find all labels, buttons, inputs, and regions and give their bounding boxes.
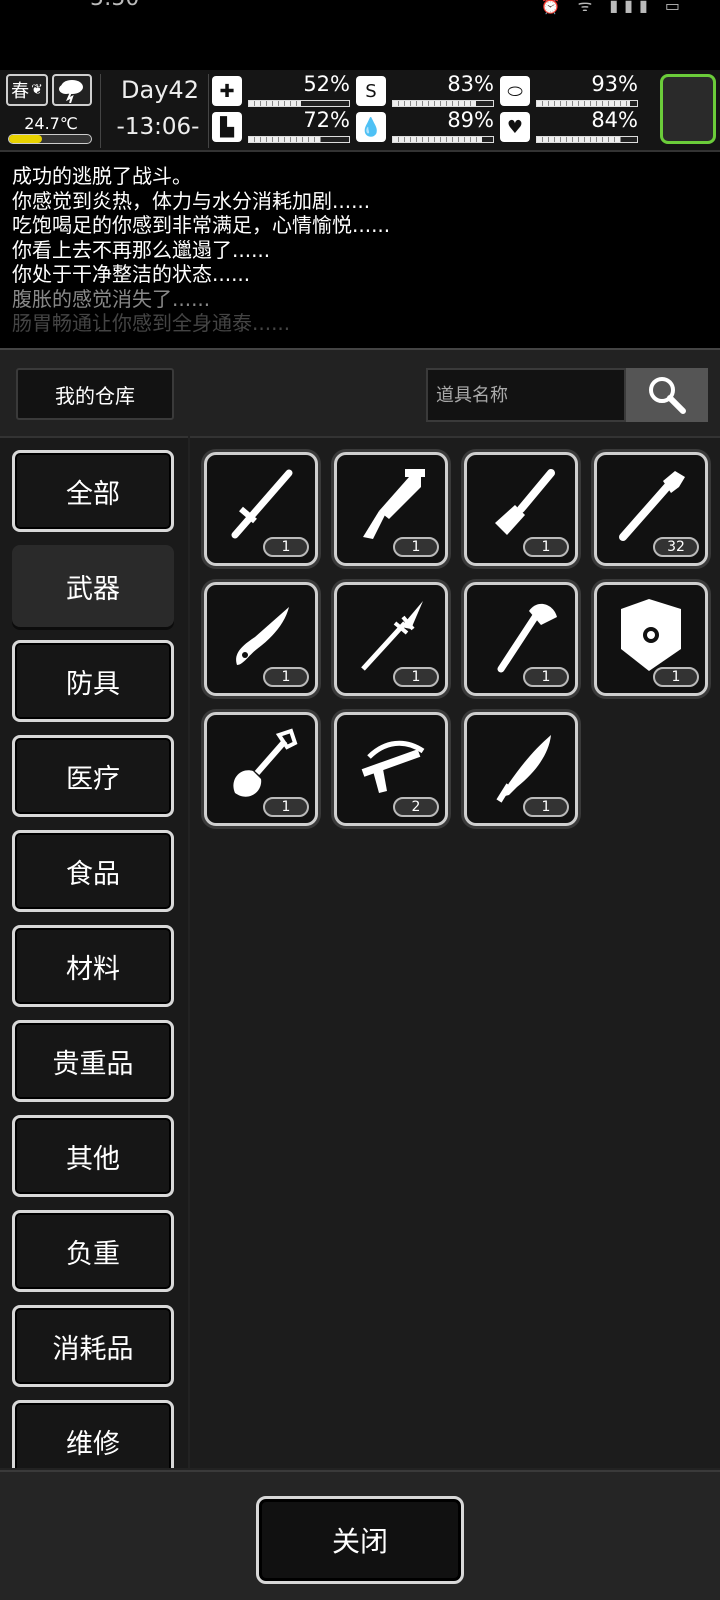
crossbow-icon [361, 740, 425, 793]
item-search [426, 368, 708, 422]
item-quantity: 1 [653, 667, 699, 687]
item-slot-baton[interactable]: 1 [204, 452, 318, 566]
boot-icon: ▙ [212, 112, 242, 142]
season-badge: 春 ❦ [6, 74, 48, 106]
item-quantity: 1 [393, 537, 439, 557]
item-quantity: 1 [263, 797, 309, 817]
search-icon [649, 377, 686, 414]
item-slot-crossbow[interactable]: 2 [334, 712, 448, 826]
water-drop-icon: 💧 [356, 112, 386, 142]
log-line: 你感觉到炎热，体力与水分消耗加剧...... [12, 188, 371, 213]
stat-hunger: S 83% [356, 72, 496, 110]
message-log[interactable]: 成功的逃脱了战斗。 你感觉到炎热，体力与水分消耗加剧...... 吃饱喝足的你感到非… [0, 154, 720, 344]
log-line: 肠胃畅通让你感到全身通泰...... [12, 311, 291, 335]
capsule-icon: ⬭ [500, 76, 530, 106]
category-tab[interactable]: 材料 [12, 925, 174, 1007]
stat-value: 93% [591, 72, 638, 96]
stat-bar [536, 100, 638, 107]
brush-icon [495, 469, 555, 535]
season-label: 春 [11, 81, 30, 102]
log-line: 吃饱喝足的你感到非常满足，心情愉悦...... [12, 213, 391, 237]
stat-health: ✚ 52% [212, 72, 352, 110]
storm-cloud-icon [52, 74, 92, 106]
stat-value: 84% [591, 108, 638, 132]
temperature-bar [8, 134, 92, 144]
category-tab[interactable]: 负重 [12, 1210, 174, 1292]
stat-value: 72% [303, 108, 350, 132]
system-status-bar: 5:50 ⏰ ᯤ ▮▮▮ ▭ [0, 0, 720, 70]
stat-bar [536, 136, 638, 143]
category-tab[interactable]: 贵重品 [12, 1020, 174, 1102]
system-icons: ⏰ ᯤ ▮▮▮ ▭ [540, 0, 686, 15]
system-clock: 5:50 [90, 0, 139, 11]
pipe-wrench-icon [619, 471, 685, 541]
category-tab[interactable]: 消耗品 [12, 1305, 174, 1387]
item-quantity: 1 [263, 667, 309, 687]
shovel-icon [233, 728, 298, 797]
axe-icon [497, 603, 557, 673]
game-clock: -13:06- [116, 114, 200, 140]
item-slot-pipe-wrench[interactable]: 32 [594, 452, 708, 566]
item-quantity: 1 [523, 797, 569, 817]
item-slot-multitool[interactable]: 1 [334, 452, 448, 566]
log-line: 你看上去不再那么邋遢了...... [12, 237, 271, 262]
medkit-icon: ✚ [212, 76, 242, 106]
category-tab[interactable]: 其他 [12, 1115, 174, 1197]
search-button[interactable] [626, 368, 708, 422]
item-quantity: 1 [523, 667, 569, 687]
folding-knife-icon [236, 607, 289, 665]
log-line: 腹胀的感觉消失了...... [12, 286, 211, 311]
close-button[interactable]: 关闭 [256, 1496, 464, 1584]
baton-icon [231, 469, 293, 539]
category-tab[interactable]: 武器 [12, 545, 174, 627]
heart-icon: ♥ [500, 112, 530, 142]
category-tab[interactable]: 医疗 [12, 735, 174, 817]
item-quantity: 1 [263, 537, 309, 557]
stat-value: 83% [447, 72, 494, 96]
item-search-input[interactable] [426, 368, 626, 422]
item-slot-machete[interactable]: 1 [464, 712, 578, 826]
stat-bar [392, 136, 494, 143]
stat-hygiene: ⬭ 93% [500, 72, 640, 110]
stat-bar [248, 136, 350, 143]
stat-stamina: ▙ 72% [212, 108, 352, 146]
category-tab[interactable]: 维修 [12, 1400, 174, 1468]
day-counter: Day42 [121, 76, 199, 104]
status-hud: 春 ❦ 24.7℃ Day42 -13:06- ✚ 52% S 83% ⬭ 93% ▙ 72%… [0, 70, 720, 152]
item-slot-brush[interactable]: 1 [464, 452, 578, 566]
machete-icon [496, 735, 551, 803]
item-quantity: 1 [393, 667, 439, 687]
equipped-slot[interactable] [660, 74, 716, 144]
temperature: 24.7℃ [24, 114, 78, 133]
log-line: 你处于干净整洁的状态...... [12, 262, 251, 286]
item-slot-spear[interactable]: 1 [334, 582, 448, 696]
item-slot-shield[interactable]: 1 [594, 582, 708, 696]
footer-bar: 关闭 [0, 1470, 720, 1600]
leaf-icon: ❦ [31, 82, 43, 98]
item-slot-shovel[interactable]: 1 [204, 712, 318, 826]
item-grid[interactable]: 1 1 1 32 1 1 1 1 1 2 1 [190, 436, 720, 1468]
stat-value: 89% [447, 108, 494, 132]
item-quantity: 1 [523, 537, 569, 557]
warehouse-panel: 我的仓库 全部武器防具医疗食品材料贵重品其他负重消耗品维修 1113211111… [0, 348, 720, 1600]
item-slot-axe[interactable]: 1 [464, 582, 578, 696]
shield-icon [621, 599, 681, 671]
stat-bar [248, 100, 350, 107]
item-slot-folding-knife[interactable]: 1 [204, 582, 318, 696]
log-line: 成功的逃脱了战斗。 [12, 164, 192, 188]
multitool-icon [363, 469, 425, 539]
spear-icon [361, 601, 423, 671]
category-tab[interactable]: 全部 [12, 450, 174, 532]
stat-bar [392, 100, 494, 107]
stat-thirst: 💧 89% [356, 108, 496, 146]
stomach-icon: S [356, 76, 386, 106]
category-tab[interactable]: 食品 [12, 830, 174, 912]
warehouse-title: 我的仓库 [16, 368, 174, 420]
stat-mood: ♥ 84% [500, 108, 640, 146]
item-quantity: 32 [653, 537, 699, 557]
category-sidebar[interactable]: 全部武器防具医疗食品材料贵重品其他负重消耗品维修 [0, 436, 188, 1468]
item-quantity: 2 [393, 797, 439, 817]
category-tab[interactable]: 防具 [12, 640, 174, 722]
stat-value: 52% [303, 72, 350, 96]
